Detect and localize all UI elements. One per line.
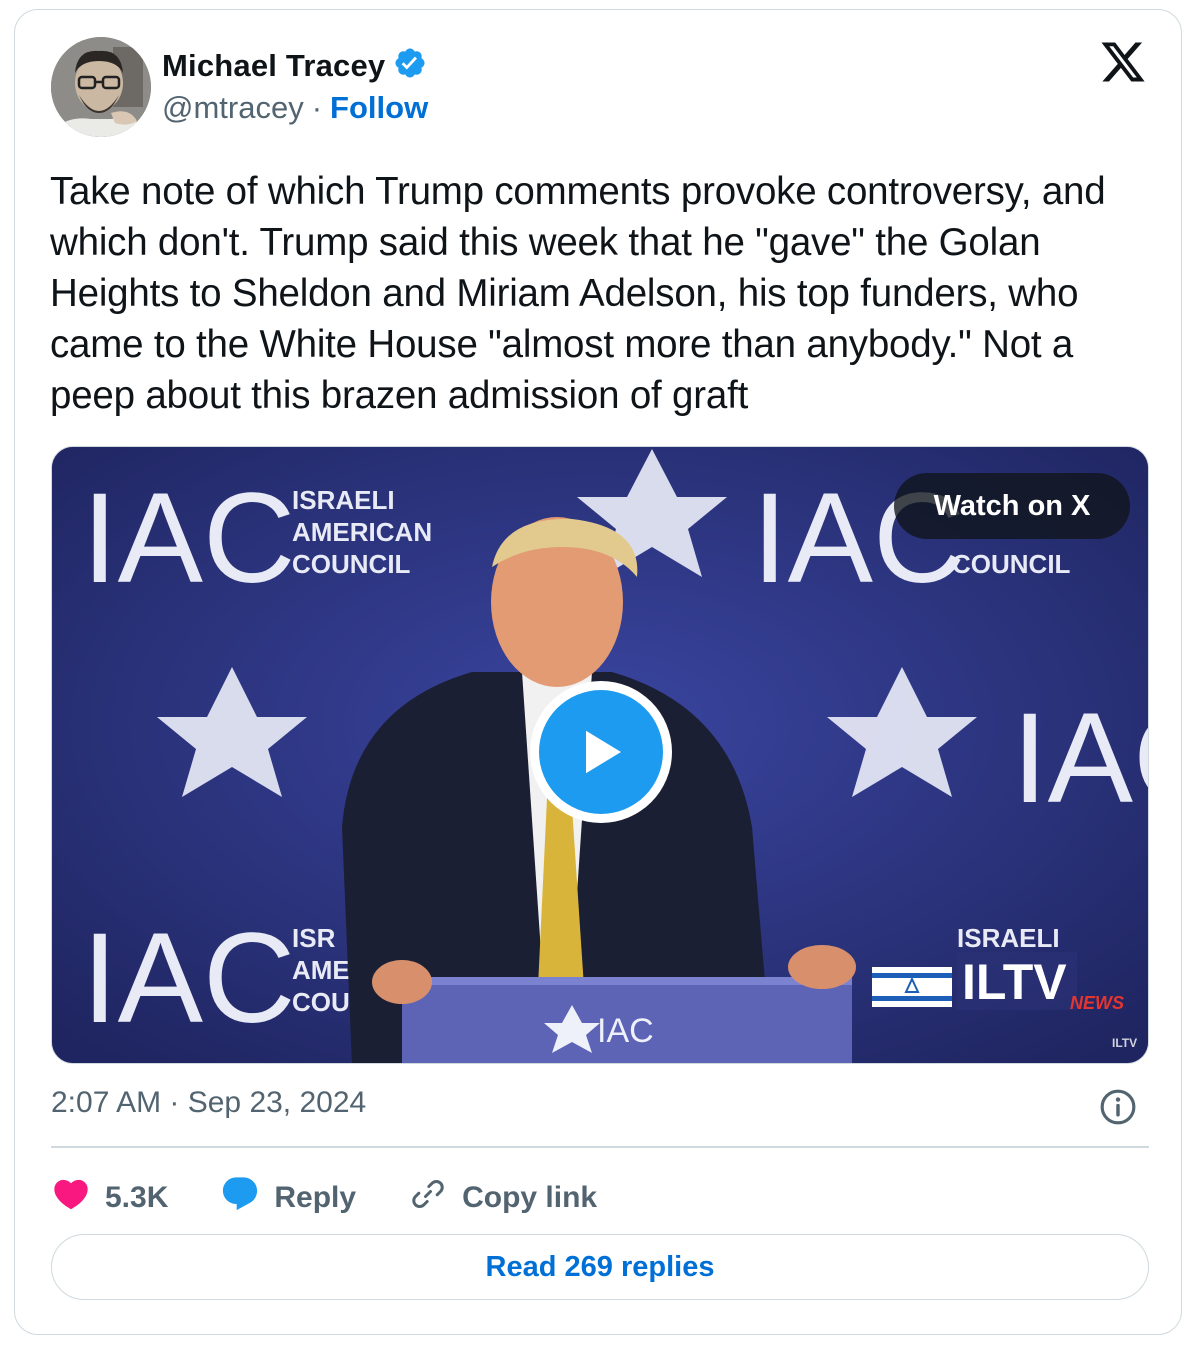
svg-text:AMERICAN: AMERICAN [292,517,432,547]
svg-text:AME: AME [292,955,350,985]
link-icon [408,1174,448,1222]
reply-label: Reply [274,1181,357,1214]
heart-icon [51,1174,91,1222]
video-player[interactable]: ISRAELI AMERICAN COUNCIL COUNCIL ISR AME… [51,446,1149,1064]
like-button[interactable]: 5.3K [51,1174,168,1222]
copy-link-label: Copy link [462,1181,598,1214]
read-replies-button[interactable]: Read 269 replies [51,1234,1149,1300]
tweet-card: Michael Tracey @mtracey · Follow Take no… [14,9,1182,1335]
svg-text:ISR: ISR [292,923,336,953]
svg-text:ILTV: ILTV [1112,1036,1137,1050]
svg-text:COUNCIL: COUNCIL [292,549,411,579]
info-icon[interactable] [1099,1088,1137,1126]
follow-button[interactable]: Follow [330,90,428,126]
tweet-timestamp[interactable]: 2:07 AM · Sep 23, 2024 [51,1086,366,1120]
tweet-actions: 5.3K Reply Copy link [51,1168,649,1228]
svg-text:IAC: IAC [82,467,295,610]
reply-button[interactable]: Reply [220,1174,356,1222]
podium-logo: IAC [597,1012,654,1050]
author-handle[interactable]: @mtracey [162,90,304,126]
play-icon [539,690,663,814]
handle-separator: · [311,90,323,125]
svg-text:COUNCIL: COUNCIL [952,549,1071,579]
avatar-illustration [51,37,151,137]
author-name[interactable]: Michael Tracey [162,48,385,84]
svg-text:ISRAELI: ISRAELI [292,485,395,515]
divider [51,1146,1149,1148]
watch-on-x-button[interactable]: Watch on X [894,473,1130,539]
svg-text:IAC: IAC [82,907,295,1050]
svg-text:ISRAELI: ISRAELI [957,923,1060,953]
svg-text:COU: COU [292,987,350,1017]
svg-text:IAC: IAC [1012,687,1149,830]
channel-logo: ILTV [962,954,1067,1010]
author-name-row: Michael Tracey [162,46,427,85]
like-count: 5.3K [105,1181,169,1214]
speech-bubble-icon [220,1174,260,1222]
play-button[interactable] [530,681,672,823]
copy-link-button[interactable]: Copy link [408,1174,597,1222]
avatar[interactable] [51,37,151,137]
svg-text:NEWS: NEWS [1070,993,1124,1013]
verified-badge-icon [393,46,427,85]
tweet-text: Take note of which Trump comments provok… [50,170,1106,417]
x-logo-icon[interactable] [1099,38,1147,86]
author-handle-row: @mtracey · Follow [162,90,428,126]
